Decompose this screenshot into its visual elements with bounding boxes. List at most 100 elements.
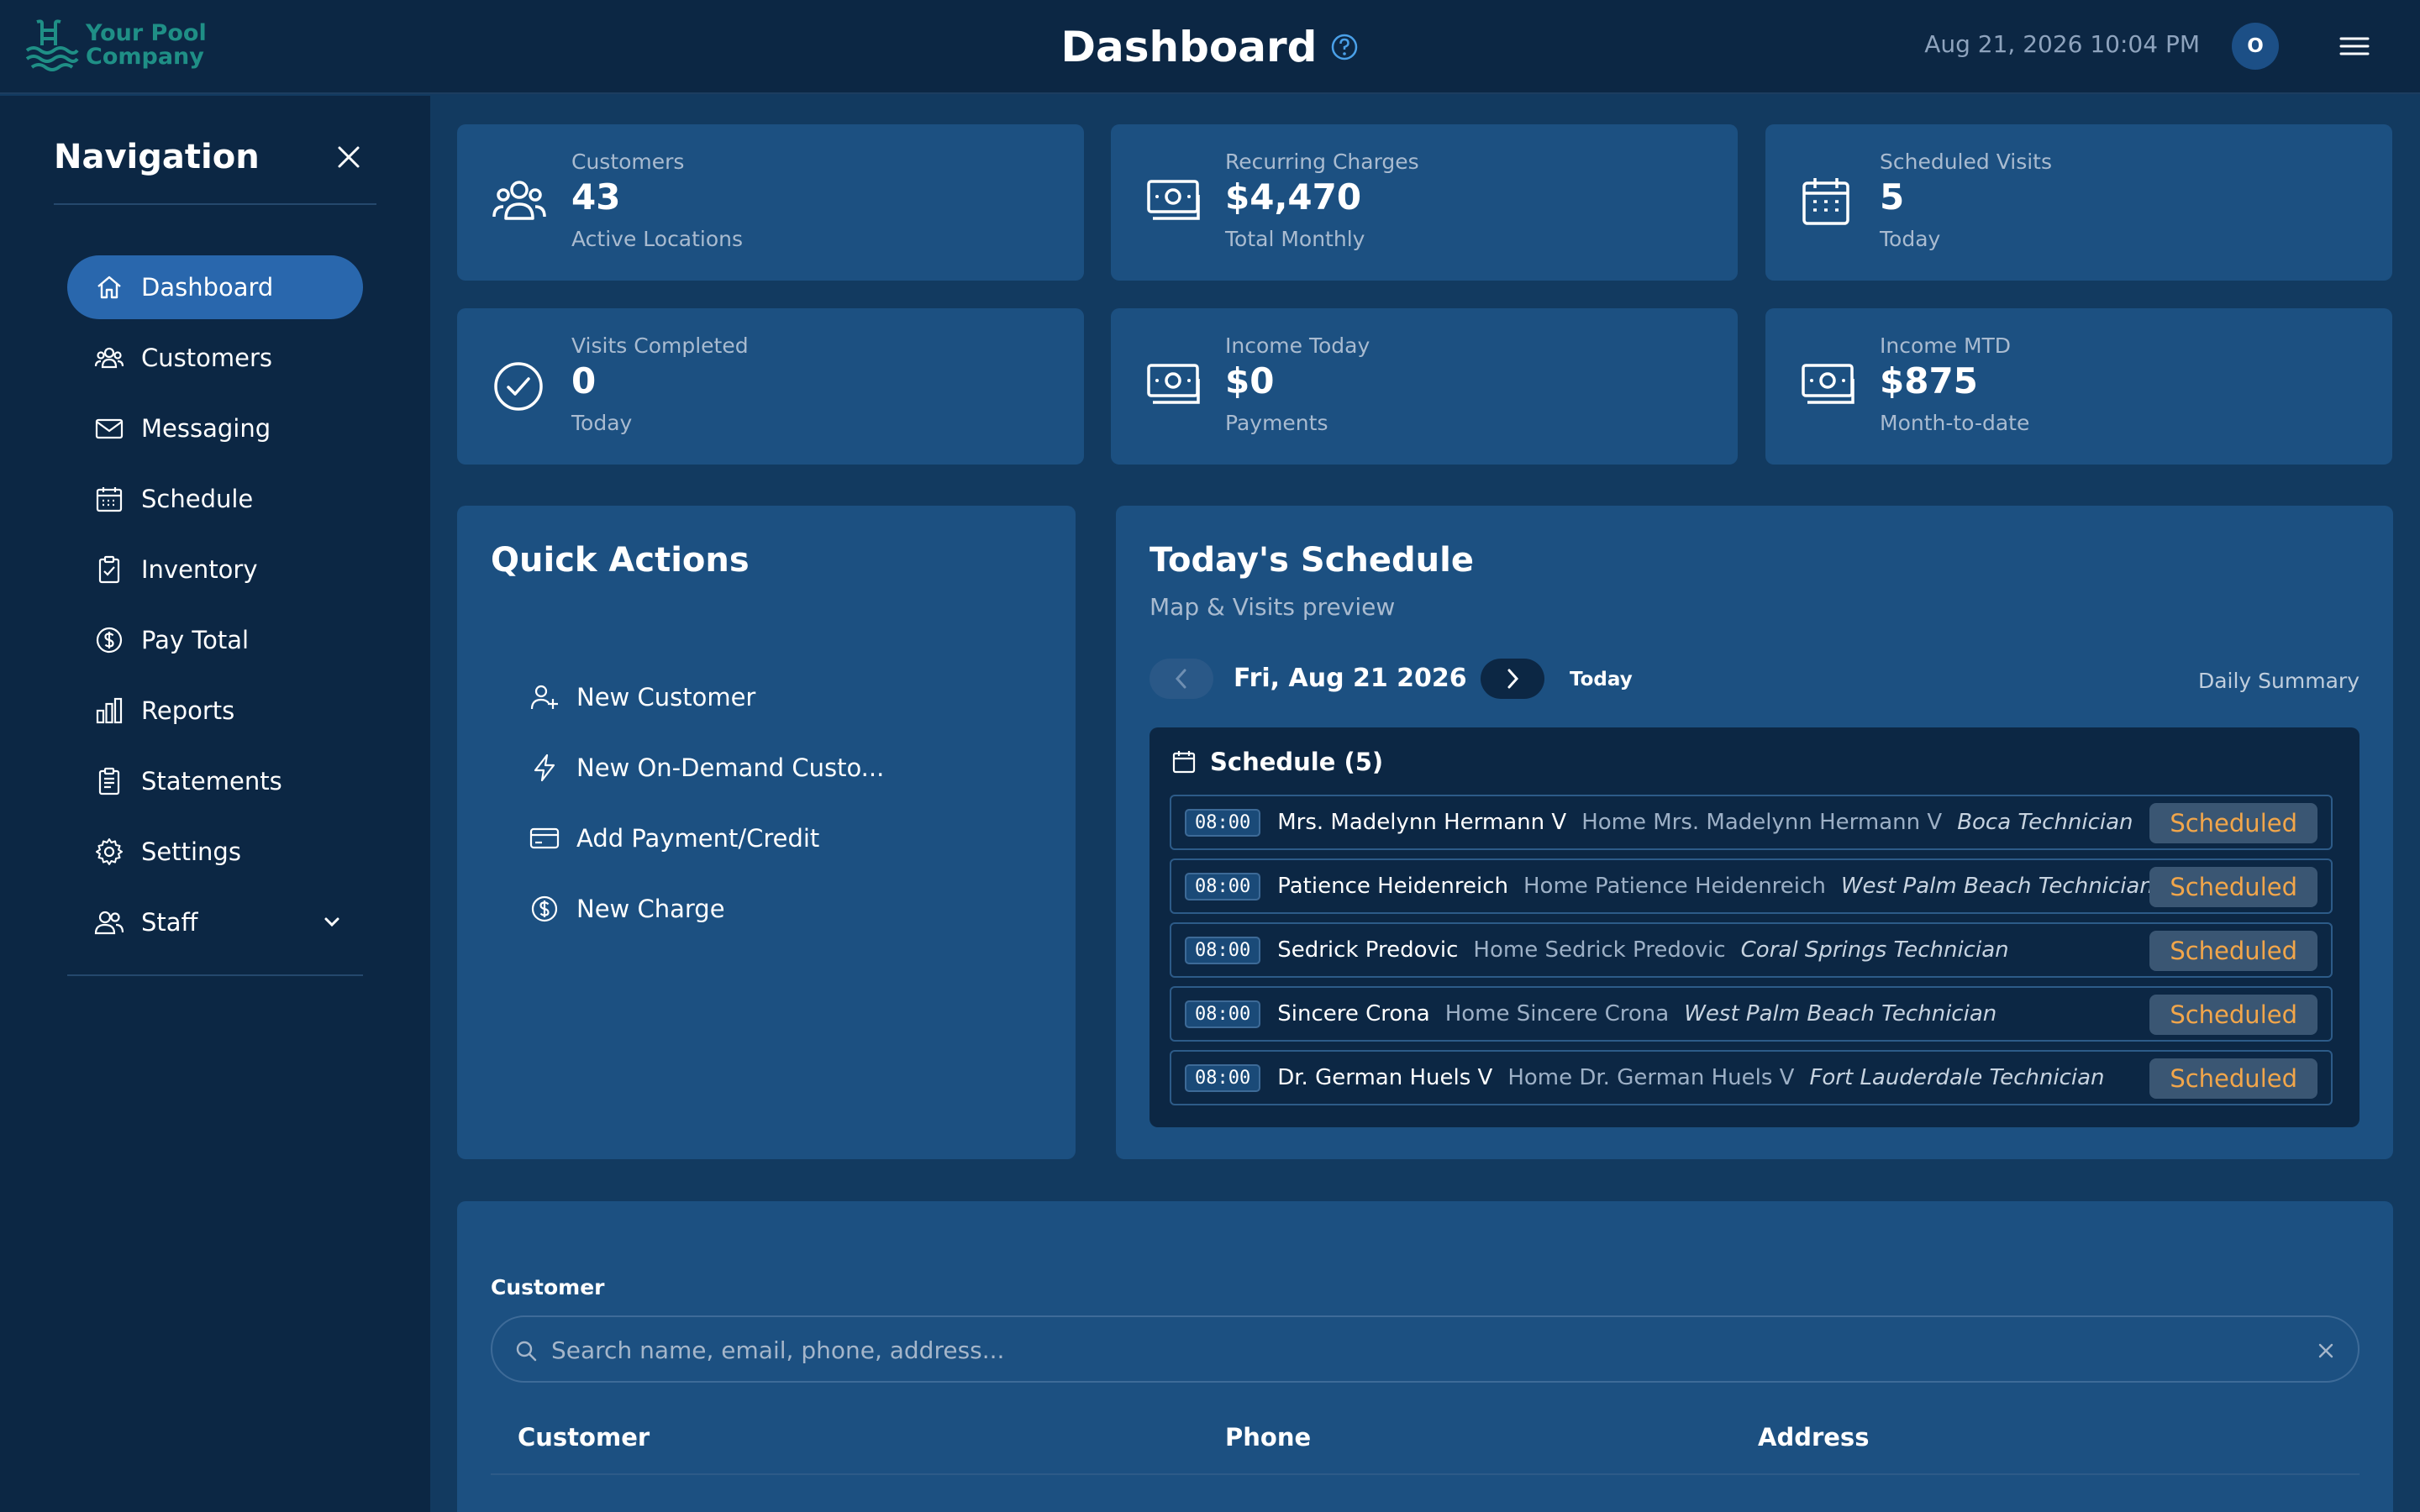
stat-card-scheduled-visits[interactable]: Scheduled Visits 5 Today [1765, 124, 2392, 281]
stat-sublabel: Month-to-date [1880, 411, 2030, 435]
logo-line-1: Your Pool [86, 20, 207, 46]
stat-card-customers[interactable]: Customers 43 Active Locations [457, 124, 1084, 281]
stat-value: $875 [1880, 360, 1978, 402]
money-icon [1147, 180, 1200, 220]
visit-customer-name: Dr. German Huels V [1277, 1065, 1493, 1090]
visit-customer-name: Patience Heidenreich [1277, 874, 1508, 899]
sidebar: Navigation Dashboard Customers Messaging… [0, 96, 430, 1512]
schedule-row[interactable]: 08:00 Sincere Crona Home Sincere Crona W… [1170, 986, 2333, 1042]
next-day-button[interactable] [1481, 659, 1544, 699]
sidebar-item-statements[interactable]: Statements [67, 749, 363, 813]
stat-label: Customers [571, 150, 685, 174]
money-icon [1802, 364, 1854, 404]
status-badge: Scheduled [2149, 995, 2317, 1035]
sidebar-item-label: Inventory [141, 555, 258, 584]
previous-day-button[interactable] [1150, 659, 1213, 699]
stat-card-recurring-charges[interactable]: Recurring Charges $4,470 Total Monthly [1111, 124, 1738, 281]
visit-location: Home Mrs. Madelynn Hermann V [1581, 810, 1943, 835]
schedule-date-nav: Fri, Aug 21 2026 Today Daily Summary [1150, 659, 2360, 699]
stat-sublabel: Total Monthly [1225, 227, 1365, 251]
daily-summary-link[interactable]: Daily Summary [2198, 669, 2360, 693]
user-plus-icon [530, 685, 558, 710]
stat-card-income-mtd[interactable]: Income MTD $875 Month-to-date [1765, 308, 2392, 465]
status-badge: Scheduled [2149, 867, 2317, 907]
sidebar-item-messaging[interactable]: Messaging [67, 396, 363, 460]
quick-actions-title: Quick Actions [491, 541, 750, 580]
sidebar-item-label: Reports [141, 696, 235, 725]
sidebar-item-customers[interactable]: Customers [67, 326, 363, 390]
calendar-icon [1802, 178, 1849, 225]
sidebar-item-pay-total[interactable]: Pay Total [67, 608, 363, 672]
stat-sublabel: Today [1880, 227, 1941, 251]
quick-actions-list: New Customer New On-Demand Custo... Add … [529, 662, 884, 944]
sidebar-item-label: Statements [141, 767, 282, 795]
logo-line-2: Company [86, 44, 204, 70]
customer-search-panel: Customer Customer Phone Address [457, 1201, 2393, 1512]
calendar-icon [96, 487, 123, 512]
sidebar-item-reports[interactable]: Reports [67, 679, 363, 743]
sidebar-nav-list: Dashboard Customers Messaging Schedule I… [67, 255, 363, 961]
schedule-row[interactable]: 08:00 Patience Heidenreich Home Patience… [1170, 858, 2333, 914]
visit-time: 08:00 [1185, 1063, 1261, 1092]
calendar-icon [1172, 751, 1196, 774]
customer-table-header: Customer Phone Address [491, 1416, 2360, 1475]
company-logo[interactable]: Your Pool Company [24, 18, 207, 72]
sidebar-divider [54, 203, 376, 205]
add-payment-credit-button[interactable]: Add Payment/Credit [529, 803, 884, 874]
stat-label: Scheduled Visits [1880, 150, 2052, 174]
chevron-right-icon [1507, 669, 1519, 689]
quick-action-label: New Customer [576, 683, 756, 711]
hamburger-menu-icon[interactable] [2336, 32, 2373, 60]
visit-technician: West Palm Beach Technician [1840, 874, 2154, 899]
sidebar-item-schedule[interactable]: Schedule [67, 467, 363, 531]
new-charge-button[interactable]: New Charge [529, 874, 884, 944]
gear-icon [96, 838, 123, 865]
new-on-demand-customer-button[interactable]: New On-Demand Custo... [529, 732, 884, 803]
schedule-row[interactable]: 08:00 Sedrick Predovic Home Sedrick Pred… [1170, 922, 2333, 978]
quick-action-label: New On-Demand Custo... [576, 753, 885, 782]
stat-card-income-today[interactable]: Income Today $0 Payments [1111, 308, 1738, 465]
schedule-row[interactable]: 08:00 Dr. German Huels V Home Dr. German… [1170, 1050, 2333, 1105]
sidebar-item-inventory[interactable]: Inventory [67, 538, 363, 601]
customer-search-input[interactable] [551, 1329, 2274, 1371]
status-badge: Scheduled [2149, 803, 2317, 843]
new-customer-button[interactable]: New Customer [529, 662, 884, 732]
stat-value: 43 [571, 176, 621, 218]
schedule-list-header: Schedule (5) [1171, 748, 1383, 776]
visit-location: Home Sedrick Predovic [1473, 937, 1726, 963]
stat-value: 5 [1880, 176, 1905, 218]
clear-search-icon[interactable] [2316, 1341, 2336, 1361]
column-header-customer[interactable]: Customer [518, 1423, 650, 1452]
schedule-list-title: Schedule (5) [1210, 748, 1384, 776]
today-button[interactable]: Today [1570, 669, 1633, 690]
sidebar-item-label: Settings [141, 837, 241, 866]
current-datetime: Aug 21, 2026 10:04 PM [1924, 30, 2200, 58]
quick-action-label: Add Payment/Credit [576, 824, 820, 853]
credit-card-icon [529, 827, 560, 849]
stat-label: Income MTD [1880, 333, 2012, 358]
schedule-row[interactable]: 08:00 Mrs. Madelynn Hermann V Home Mrs. … [1170, 795, 2333, 850]
sidebar-item-label: Customers [141, 344, 272, 372]
column-header-phone[interactable]: Phone [1225, 1423, 1311, 1452]
visit-customer-name: Sincere Crona [1277, 1001, 1430, 1026]
stat-label: Recurring Charges [1225, 150, 1419, 174]
visit-location: Home Sincere Crona [1444, 1001, 1670, 1026]
user-avatar[interactable]: O [2232, 23, 2279, 70]
column-header-address[interactable]: Address [1758, 1423, 1869, 1452]
sidebar-item-settings[interactable]: Settings [67, 820, 363, 884]
sidebar-item-staff[interactable]: Staff [67, 890, 363, 954]
logo-text: Your Pool Company [86, 22, 207, 69]
stat-card-visits-completed[interactable]: Visits Completed 0 Today [457, 308, 1084, 465]
top-bar: Your Pool Company Dashboard Aug 21, 2026… [0, 0, 2420, 94]
visit-customer-name: Sedrick Predovic [1277, 937, 1459, 963]
visit-time: 08:00 [1185, 872, 1261, 900]
sidebar-item-dashboard[interactable]: Dashboard [67, 255, 363, 319]
chevron-down-icon[interactable] [323, 916, 341, 928]
home-icon [97, 276, 121, 299]
close-icon[interactable] [334, 143, 363, 171]
help-icon[interactable] [1330, 33, 1359, 61]
stat-sublabel: Active Locations [571, 227, 744, 251]
status-badge: Scheduled [2149, 1058, 2317, 1099]
users-icon [492, 181, 546, 220]
schedule-list-box: Schedule (5) 08:00 Mrs. Madelynn Hermann… [1150, 727, 2360, 1127]
